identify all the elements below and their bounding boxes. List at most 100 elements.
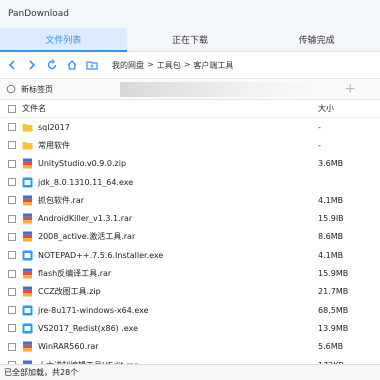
file-name[interactable]: CCZ改图工具.zip [38,286,318,297]
column-header-name[interactable]: 文件名 [22,103,318,114]
file-size: 4.1MB [318,195,344,205]
title-bar: PanDownload [0,0,380,28]
row-checkbox[interactable] [8,232,16,241]
list-item[interactable]: sql2017- [0,118,380,136]
file-name[interactable]: flash反编译工具.rar [38,268,318,279]
file-name[interactable]: VS2017_Redist(x86) .exe [38,324,318,333]
tab-file-list[interactable]: 文件列表 [0,28,127,52]
list-item[interactable]: WinRAR560.rar 5.6MB [0,338,380,356]
archive-icon [22,231,33,242]
file-name[interactable]: WinRAR560.rar [38,342,318,351]
file-name[interactable]: sql2017 [38,123,318,132]
folder-icon [22,122,33,133]
back-button[interactable] [4,57,20,73]
list-item[interactable]: jre-8u171-windows-x64.exe 68.5MB [0,301,380,319]
file-size: 15.9IB [318,214,344,224]
archive-icon [22,213,33,224]
add-tab-button[interactable]: + [344,81,356,97]
file-size: - [318,140,321,150]
folder-plus-icon [86,61,98,70]
file-list: sql2017- 常用软件 - UnityStudio.v0.9.0.zip 3.6MB… [0,118,380,374]
file-size: 15.9MB [318,269,349,279]
file-size: 5.6MB [318,342,344,352]
breadcrumb-item[interactable]: 工具包 [157,60,181,71]
row-checkbox[interactable] [8,269,16,278]
archive-icon [22,195,33,206]
row-checkbox[interactable] [8,324,16,333]
breadcrumb-separator: > [147,59,154,69]
folder-icon [22,140,33,151]
new-folder-button[interactable] [84,57,100,73]
home-icon [67,60,77,70]
select-all-checkbox[interactable] [8,104,16,113]
home-button[interactable] [64,57,80,73]
row-checkbox[interactable] [8,196,16,205]
row-checkbox[interactable] [8,159,16,168]
back-arrow-icon [8,60,15,70]
list-item[interactable]: flash反编译工具.rar 15.9MB [0,264,380,282]
list-item[interactable]: 抓包软件.rar 4.1MB [0,191,380,209]
forward-arrow-icon [29,60,36,70]
browser-tab-strip: 新标签页 + [0,78,380,100]
file-size: - [318,122,321,132]
tab-label: 传输完成 [298,36,335,46]
file-size: 3.6MB [318,159,344,169]
breadcrumb-item[interactable]: 客户端工具 [193,60,233,71]
navigation-bar: 我的网盘 > 工具包 > 客户端工具 [0,52,380,78]
refresh-button[interactable] [44,57,60,73]
row-checkbox[interactable] [8,306,16,315]
exe-icon [22,305,33,316]
file-name[interactable]: jdk_8.0.1310.11_64.exe [38,178,318,187]
exe-icon [22,323,33,334]
row-checkbox[interactable] [8,251,16,260]
file-size: 13.9MB [318,323,349,333]
list-item[interactable]: UnityStudio.v0.9.0.zip 3.6MB [0,155,380,173]
archive-icon [22,286,33,297]
list-item[interactable]: CCZ改图工具.zip 21.7MB [0,283,380,301]
archive-icon [22,341,33,352]
status-bar: 已全部加载，共28个 [0,364,380,380]
tab-label: 正在下载 [172,36,209,46]
file-name[interactable]: AndroidKiller_v1.3.1.rar [38,214,318,223]
file-size: 4.1MB [318,250,344,260]
new-tab-label[interactable]: 新标签页 [21,84,53,95]
exe-icon [22,250,33,261]
main-tabs: 文件列表 正在下载 传输完成 [0,28,380,52]
breadcrumb-separator: > [183,59,191,69]
forward-button[interactable] [24,57,40,73]
list-item[interactable]: NOTEPAD++.7.5.6.Installer.exe 4.1MB [0,246,380,264]
file-size: 21.7MB [318,287,349,297]
row-checkbox[interactable] [8,141,16,150]
list-header: 文件名 大小 [0,100,380,118]
row-checkbox[interactable] [8,214,16,223]
status-text: 已全部加载，共28个 [4,368,79,377]
row-checkbox[interactable] [8,178,16,187]
breadcrumb-item[interactable]: 我的网盘 [112,60,144,71]
exe-icon [22,177,33,188]
tab-label: 文件列表 [45,36,82,46]
file-size: 8.6MB [318,232,344,242]
file-size: 68.5MB [318,305,349,315]
list-item[interactable]: jdk_8.0.1310.11_64.exe [0,173,380,191]
blurred-tab[interactable] [120,82,330,97]
list-item[interactable]: 2008_active.激活工具.rar 8.6MB [0,228,380,246]
file-name[interactable]: 常用软件 [38,140,318,151]
file-name[interactable]: 2008_active.激活工具.rar [38,231,318,242]
list-item[interactable]: AndroidKiller_v1.3.1.rar 15.9IB [0,209,380,227]
row-checkbox[interactable] [8,123,16,132]
circle-icon [6,84,16,94]
row-checkbox[interactable] [8,287,16,296]
tab-downloading[interactable]: 正在下载 [127,28,254,51]
list-item[interactable]: 常用软件 - [0,136,380,154]
file-name[interactable]: jre-8u171-windows-x64.exe [38,306,318,315]
file-name[interactable]: UnityStudio.v0.9.0.zip [38,159,318,168]
breadcrumb: 我的网盘 > 工具包 > 客户端工具 [112,60,233,71]
file-name[interactable]: NOTEPAD++.7.5.6.Installer.exe [38,251,318,260]
app-title: PanDownload [8,9,69,19]
file-name[interactable]: 抓包软件.rar [38,195,318,206]
refresh-icon [47,59,57,70]
list-item[interactable]: VS2017_Redist(x86) .exe 13.9MB [0,319,380,337]
tab-completed[interactable]: 传输完成 [253,28,380,51]
column-header-size[interactable]: 大小 [318,103,380,114]
row-checkbox[interactable] [8,342,16,351]
